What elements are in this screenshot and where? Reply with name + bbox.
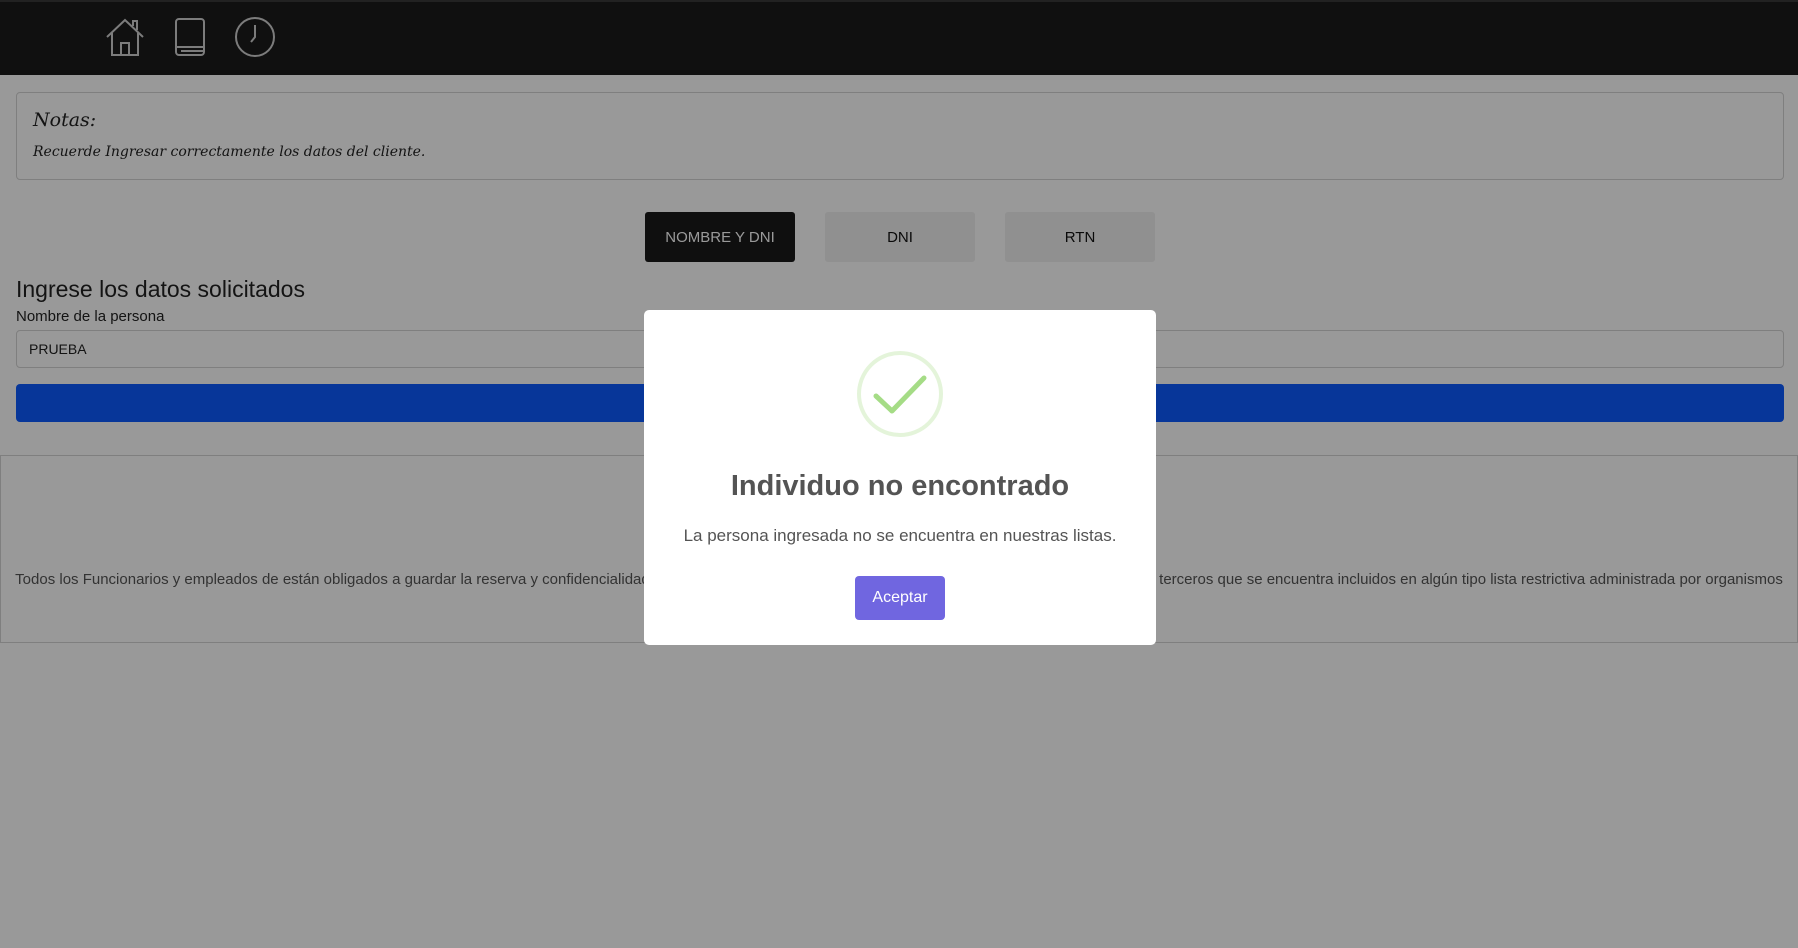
modal-title: Individuo no encontrado [730,470,1070,502]
page: Notas: Recuerde Ingresar correctamente l… [0,0,1798,948]
check-circle-icon [857,351,943,437]
modal-message: La persona ingresada no se encuentra en … [683,526,1117,545]
accept-button[interactable]: Aceptar [855,576,945,620]
alert-modal: Individuo no encontrado La persona ingre… [644,310,1156,645]
